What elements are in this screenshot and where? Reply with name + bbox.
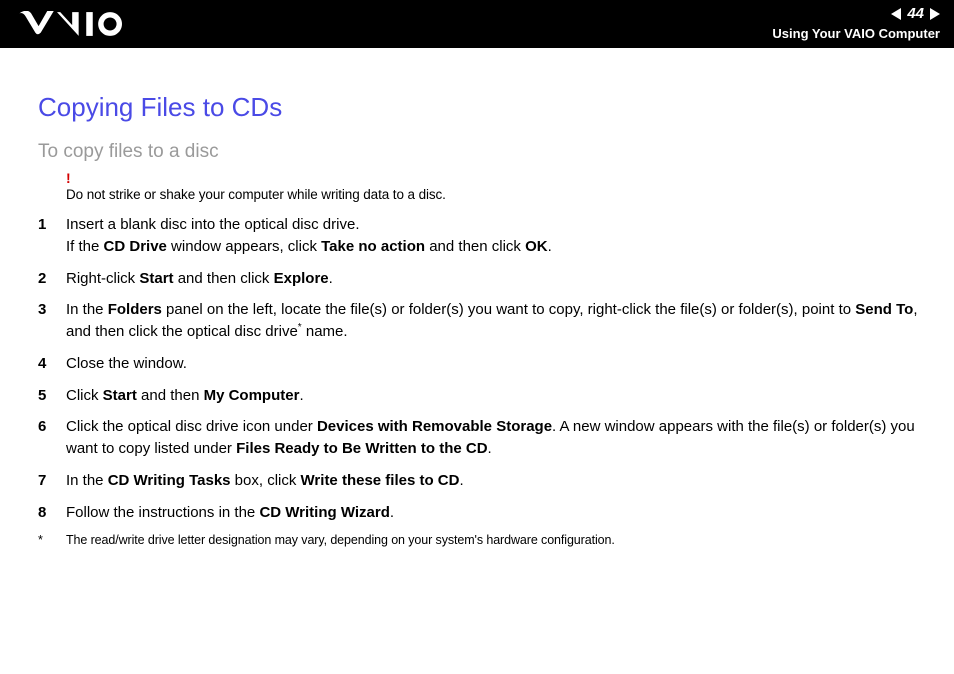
page-content: Copying Files to CDs To copy files to a … — [0, 48, 954, 547]
step-body: In the Folders panel on the left, locate… — [66, 299, 932, 343]
instruction-step: 2Right-click Start and then click Explor… — [38, 268, 932, 290]
step-body: Click the optical disc drive icon under … — [66, 416, 932, 460]
step-body: Click Start and then My Computer. — [66, 385, 932, 407]
step-number: 8 — [38, 502, 66, 524]
page-number: 44 — [905, 4, 926, 24]
instruction-step: 6Click the optical disc drive icon under… — [38, 416, 932, 460]
instruction-step: 8Follow the instructions in the CD Writi… — [38, 502, 932, 524]
step-body: Close the window. — [66, 353, 932, 375]
header-bar: 44 Using Your VAIO Computer — [0, 0, 954, 48]
footnote: * The read/write drive letter designatio… — [38, 533, 932, 547]
step-number: 3 — [38, 299, 66, 343]
step-body: Insert a blank disc into the optical dis… — [66, 214, 932, 258]
instruction-step: 1Insert a blank disc into the optical di… — [38, 214, 932, 258]
warning-block: ! Do not strike or shake your computer w… — [38, 171, 932, 202]
step-number: 6 — [38, 416, 66, 460]
page-title: Copying Files to CDs — [38, 92, 932, 123]
header-right: 44 Using Your VAIO Computer — [772, 4, 940, 42]
warning-text: Do not strike or shake your computer whi… — [66, 187, 932, 202]
step-number: 7 — [38, 470, 66, 492]
step-number: 4 — [38, 353, 66, 375]
warning-icon: ! — [66, 171, 932, 185]
step-number: 2 — [38, 268, 66, 290]
instruction-step: 7In the CD Writing Tasks box, click Writ… — [38, 470, 932, 492]
step-body: In the CD Writing Tasks box, click Write… — [66, 470, 932, 492]
nav-next-icon[interactable] — [930, 8, 940, 20]
instruction-step: 3In the Folders panel on the left, locat… — [38, 299, 932, 343]
section-label: Using Your VAIO Computer — [772, 26, 940, 43]
instruction-step: 4Close the window. — [38, 353, 932, 375]
page-subtitle: To copy files to a disc — [38, 141, 932, 163]
step-body: Follow the instructions in the CD Writin… — [66, 502, 932, 524]
page-nav: 44 — [772, 4, 940, 24]
footnote-mark: * — [38, 533, 66, 547]
step-number: 1 — [38, 214, 66, 258]
step-body: Right-click Start and then click Explore… — [66, 268, 932, 290]
vaio-logo — [18, 8, 137, 40]
nav-prev-icon[interactable] — [891, 8, 901, 20]
instruction-step: 5Click Start and then My Computer. — [38, 385, 932, 407]
instruction-list: 1Insert a blank disc into the optical di… — [38, 214, 932, 523]
footnote-text: The read/write drive letter designation … — [66, 533, 615, 547]
step-number: 5 — [38, 385, 66, 407]
